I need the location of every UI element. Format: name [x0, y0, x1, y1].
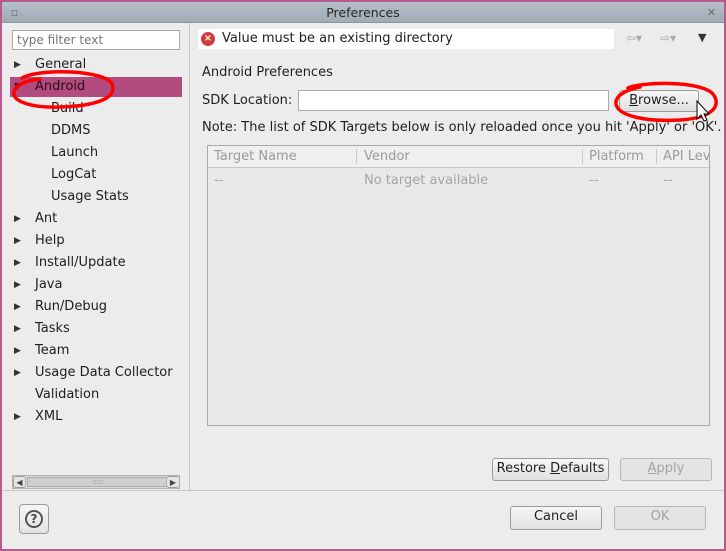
sdk-note: Note: The list of SDK Targets below is o… — [202, 120, 722, 135]
sdk-location-input[interactable] — [298, 90, 609, 111]
tree-item-launch[interactable]: Launch — [10, 143, 182, 163]
expand-right-icon[interactable]: ▶ — [14, 253, 24, 273]
cell-vendor: No target available — [364, 173, 489, 188]
tree-item-ant[interactable]: ▶ Ant — [10, 209, 182, 229]
tree-item-label: Help — [35, 233, 65, 248]
tree-item-usage-data-collector[interactable]: ▶ Usage Data Collector — [10, 363, 182, 383]
bottom-divider — [2, 490, 724, 491]
col-platform[interactable]: Platform — [589, 149, 644, 164]
tree-item-logcat[interactable]: LogCat — [10, 165, 182, 185]
scroll-thumb[interactable]: ::::: — [27, 477, 169, 487]
back-arrow-icon[interactable]: ⇦▾ — [626, 31, 642, 45]
tree-item-general[interactable]: ▶ General — [10, 55, 182, 75]
preferences-tree: ▶ General ▼ Android Build DDMS Launch LogCat Usa… — [10, 55, 182, 473]
ok-button[interactable]: OK — [614, 506, 706, 530]
tree-item-validation[interactable]: Validation — [10, 385, 182, 405]
tree-item-label: LogCat — [51, 167, 97, 182]
page-navigation: ⇦▾ ⇨▾ ▼ — [620, 31, 718, 51]
browse-button[interactable]: Browse... — [619, 90, 699, 112]
filter-input[interactable] — [12, 30, 180, 50]
cancel-button[interactable]: Cancel — [510, 506, 602, 530]
tree-item-label: Android — [35, 79, 86, 94]
help-button[interactable]: ? — [19, 504, 49, 534]
window-title: Preferences — [326, 5, 400, 20]
tree-item-label: Install/Update — [35, 255, 126, 270]
cell-target-name: -- — [214, 173, 224, 188]
tree-item-android[interactable]: ▼ Android — [10, 77, 182, 97]
scroll-left-icon[interactable]: ◀ — [13, 476, 26, 488]
close-icon[interactable]: ✕ — [705, 6, 718, 19]
tree-item-tasks[interactable]: ▶ Tasks — [10, 319, 182, 339]
tree-item-team[interactable]: ▶ Team — [10, 341, 182, 361]
restore-defaults-button[interactable]: Restore Defaults — [492, 458, 609, 481]
tree-horizontal-scrollbar[interactable]: ◀ ::::: ▶ — [12, 475, 180, 489]
expand-right-icon[interactable]: ▶ — [14, 297, 24, 317]
tree-item-label: General — [35, 57, 87, 72]
expand-right-icon[interactable]: ▶ — [14, 341, 24, 361]
apply-button[interactable]: Apply — [620, 458, 712, 481]
tree-item-ddms[interactable]: DDMS — [10, 121, 182, 141]
table-header: Target Name Vendor Platform API Lev — [208, 146, 709, 168]
tree-item-label: Tasks — [35, 321, 70, 336]
expand-right-icon[interactable]: ▶ — [14, 407, 24, 427]
tree-item-label: Run/Debug — [35, 299, 108, 314]
tree-item-build[interactable]: Build — [10, 99, 182, 119]
tree-pane: ▶ General ▼ Android Build DDMS Launch LogCat Usa… — [2, 23, 190, 490]
expand-right-icon[interactable]: ▶ — [14, 231, 24, 251]
browse-label: rowse... — [638, 93, 689, 108]
tree-item-install-update[interactable]: ▶ Install/Update — [10, 253, 182, 273]
tree-item-label: Team — [35, 343, 70, 358]
expand-right-icon[interactable]: ▶ — [14, 275, 24, 295]
title-bar[interactable]: ▫ Preferences ✕ — [2, 2, 724, 23]
view-menu-icon[interactable]: ▼ — [698, 31, 706, 44]
col-target-name[interactable]: Target Name — [214, 149, 297, 164]
expand-right-icon[interactable]: ▶ — [14, 363, 24, 383]
expand-right-icon[interactable]: ▶ — [14, 55, 24, 75]
tree-item-help[interactable]: ▶ Help — [10, 231, 182, 251]
tree-item-run-debug[interactable]: ▶ Run/Debug — [10, 297, 182, 317]
sdk-targets-table[interactable]: Target Name Vendor Platform API Lev -- N… — [207, 145, 710, 426]
tree-item-usage-stats[interactable]: Usage Stats — [10, 187, 182, 207]
tree-item-label: Ant — [35, 211, 58, 226]
col-api-level[interactable]: API Lev — [663, 149, 709, 164]
expand-right-icon[interactable]: ▶ — [14, 319, 24, 339]
expand-down-icon[interactable]: ▼ — [14, 77, 24, 97]
cell-platform: -- — [589, 173, 599, 188]
cell-api-level: -- — [663, 173, 673, 188]
preferences-window: ▫ Preferences ✕ ▶ General ▼ Android Build DDM… — [0, 0, 726, 551]
error-message: Value must be an existing directory — [222, 31, 453, 46]
forward-arrow-icon[interactable]: ⇨▾ — [660, 31, 676, 45]
tree-item-label: Validation — [35, 387, 100, 402]
tree-item-java[interactable]: ▶ Java — [10, 275, 182, 295]
message-bar: × Value must be an existing directory — [198, 29, 614, 49]
page-title: Android Preferences — [202, 65, 333, 80]
col-vendor[interactable]: Vendor — [364, 149, 410, 164]
sdk-location-label: SDK Location: — [202, 93, 293, 108]
tree-item-label: DDMS — [51, 123, 91, 138]
tree-item-label: Usage Data Collector — [35, 365, 173, 380]
tree-item-label: Build — [51, 101, 84, 116]
error-icon: × — [201, 32, 215, 46]
tree-item-label: XML — [35, 409, 63, 424]
dialog-client: ▶ General ▼ Android Build DDMS Launch LogCat Usa… — [2, 23, 724, 549]
tree-item-label: Java — [35, 277, 63, 292]
tree-item-label: Launch — [51, 145, 99, 160]
scroll-right-icon[interactable]: ▶ — [166, 476, 179, 488]
expand-right-icon[interactable]: ▶ — [14, 209, 24, 229]
help-icon: ? — [25, 510, 43, 528]
tree-item-xml[interactable]: ▶ XML — [10, 407, 182, 427]
browse-mnemonic: B — [629, 93, 639, 108]
tree-item-label: Usage Stats — [51, 189, 129, 204]
